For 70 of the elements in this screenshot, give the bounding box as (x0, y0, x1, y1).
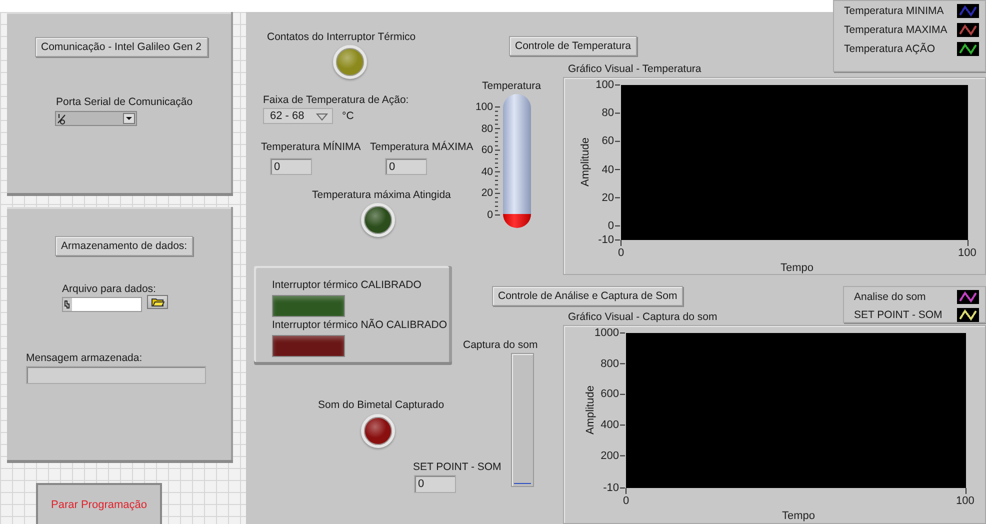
axis-tick-label: -10 (598, 234, 614, 246)
axis-tick-label: 100 (956, 495, 974, 507)
field-label: Faixa de Temperatura de Ação: (263, 94, 409, 107)
section-title: Controle de Análise e Captura de Som (492, 286, 684, 306)
gauge-label: Temperatura (482, 80, 541, 93)
axis-tick-label: 600 (600, 388, 619, 400)
axis-tick-label: 800 (600, 358, 619, 370)
scale-label: 60 (481, 144, 493, 158)
axis-tick-label: 40 (602, 164, 614, 176)
legend-swatch (957, 23, 979, 37)
indicator-label: Interruptor térmico NÃO CALIBRADO (272, 319, 448, 332)
axis-tick-label: 100 (958, 247, 976, 259)
field-label: SET POINT - SOM (413, 461, 502, 474)
numeric-field[interactable]: 0 (414, 475, 456, 493)
legend-label: SET POINT - SOM (854, 309, 942, 321)
axis-tick-label: 200 (600, 450, 619, 462)
range-selector[interactable]: 62 - 68 (263, 108, 333, 124)
section-title: Comunicação - Intel Galileo Gen 2 (35, 37, 208, 57)
legend-swatch (957, 290, 979, 304)
range-value: 62 - 68 (270, 110, 304, 122)
indicator-label: Interruptor térmico CALIBRADO (272, 279, 422, 292)
axis-title: Tempo (780, 262, 814, 274)
field-label: Mensagem armazenada: (26, 352, 142, 365)
io-icon (57, 113, 66, 125)
axis-tick-label: 1000 (594, 327, 619, 339)
axis-tick-label: 400 (600, 419, 619, 432)
axis-title: Amplitude (579, 137, 592, 186)
scale-label: 40 (481, 166, 493, 179)
legend-label: Temperatura MAXIMA (844, 24, 948, 36)
chart-title: Gráfico Visual - Captura do som (568, 311, 718, 324)
numeric-field[interactable]: 0 (385, 158, 427, 175)
scale-label: 0 (487, 209, 493, 222)
axis-tick-label: 60 (602, 135, 614, 148)
legend-label: Temperatura AÇÃO (844, 43, 936, 55)
scale-label: 80 (481, 122, 493, 136)
field-label: Arquivo para dados: (62, 283, 156, 296)
file-path-field[interactable] (62, 297, 142, 312)
field-label: Temperatura MÁXIMA (370, 141, 474, 154)
field-label: Temperatura MÍNIMA (261, 141, 361, 154)
dropdown-arrow-icon (316, 113, 328, 121)
browse-button[interactable] (147, 295, 168, 309)
chart-title: Gráfico Visual - Temperatura (568, 63, 702, 76)
axis-title: Amplitude (584, 385, 596, 434)
section-title: Controle de Temperatura (509, 36, 637, 56)
numeric-field[interactable]: 0 (270, 158, 312, 175)
scale-label: 100 (475, 101, 493, 114)
axis-tick-label: 0 (623, 495, 630, 507)
axis-title: Tempo (782, 510, 816, 522)
unit-label: °C (342, 110, 354, 123)
folder-icon (151, 297, 165, 307)
axis-tick-label: -10 (603, 482, 619, 494)
section-title: Armazenamento de dados: (55, 236, 194, 256)
legend-swatch (957, 308, 979, 322)
legend-label: Analise do som (854, 291, 926, 303)
indicator-label: Contatos do Interruptor Térmico (267, 31, 416, 44)
axis-tick-label: 0 (618, 247, 624, 259)
legend-label: Temperatura MINIMA (844, 5, 944, 17)
field-label: Porta Serial de Comunicação (56, 96, 193, 109)
indicator-label: Temperatura máxima Atingida (312, 189, 451, 202)
legend-swatch (957, 4, 979, 18)
path-icon (64, 300, 70, 310)
serial-port-dropdown[interactable] (55, 111, 137, 126)
indicator-label: Som do Bimetal Capturado (318, 399, 444, 412)
axis-tick-label: 80 (602, 107, 614, 120)
legend-swatch (957, 42, 979, 56)
axis-tick-label: 20 (602, 192, 614, 204)
scale-label: 20 (481, 187, 493, 200)
gauge-label: Captura do som (463, 339, 538, 352)
axis-tick-label: 100 (596, 79, 614, 91)
axis-tick-label: 0 (608, 220, 614, 232)
